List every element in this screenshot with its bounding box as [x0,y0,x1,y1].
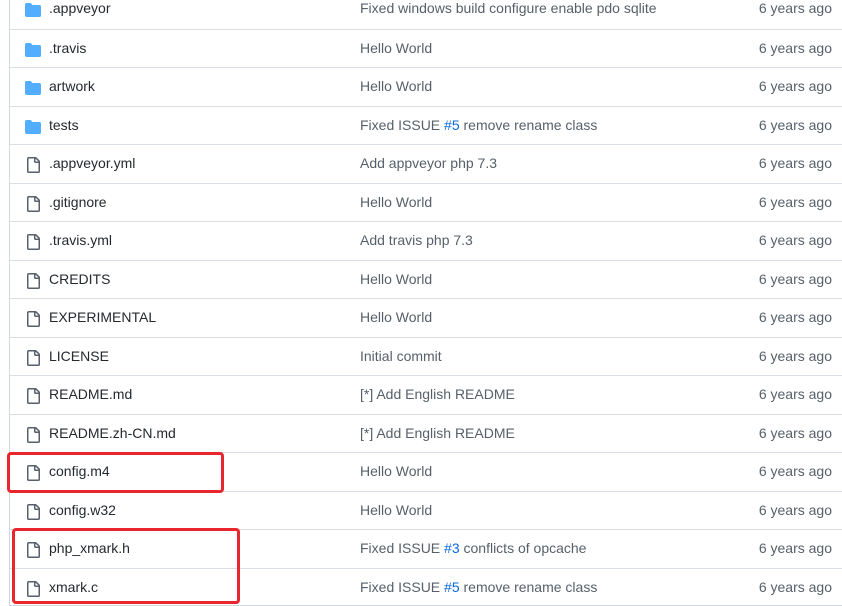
commit-message[interactable]: Hello World [360,40,432,56]
file-icon [27,234,40,250]
file-name[interactable]: php_xmark.h [49,540,130,556]
file-row[interactable]: .travis Hello World 6 years ago [10,28,842,68]
issue-link[interactable]: #3 [444,540,460,556]
commit-age: 6 years ago [758,463,832,479]
commit-age: 6 years ago [758,270,832,287]
commit-message[interactable]: Hello World [360,271,432,287]
file-icon [27,349,40,366]
file-name[interactable]: artwork [49,78,95,94]
file-name[interactable]: tests [49,117,79,133]
commit-age: 6 years ago [758,424,832,441]
file-icon [27,157,40,173]
file-row[interactable]: EXPERIMENTAL Hello World 6 years ago [10,298,842,337]
file-row[interactable]: config.m4 Hello World 6 years ago [10,452,842,491]
file-name[interactable]: .travis.yml [49,232,112,248]
file-icon [27,542,40,558]
file-name[interactable]: config.w32 [49,502,116,518]
commit-message[interactable]: Fixed windows build configure enable pdo… [360,0,657,16]
file-name[interactable]: EXPERIMENTAL [49,309,156,325]
commit-message[interactable]: Initial commit [360,348,442,364]
commit-message[interactable]: Fixed ISSUE #5 remove rename class [360,579,597,595]
message-text: Fixed ISSUE [360,116,445,133]
commit-message[interactable]: [*] Add English README [360,425,515,441]
message-text: conflicts of opcache [459,540,587,556]
commit-age: 6 years ago [758,193,832,210]
file-row[interactable]: config.w32 Hello World 6 years ago [10,490,842,530]
file-icon [27,195,40,212]
file-row[interactable]: .gitignore Hello World 6 years ago [10,182,842,222]
file-table: .appveyor Fixed windows build configure … [9,0,842,606]
commit-age: 6 years ago [758,78,832,94]
file-name[interactable]: .appveyor [49,0,110,16]
commit-age: 6 years ago [758,386,832,402]
file-row[interactable]: artwork Hello World 6 years ago [10,67,842,106]
folder-icon [25,3,41,17]
commit-age: 6 years ago [758,39,832,56]
file-name[interactable]: .appveyor.yml [49,155,135,171]
commit-message[interactable]: Hello World [360,463,432,479]
commit-age: 6 years ago [758,309,832,325]
file-name[interactable]: CREDITS [49,271,110,287]
message-text: remove rename class [459,578,598,595]
file-row[interactable]: LICENSE Initial commit 6 years ago [10,336,842,376]
file-name[interactable]: config.m4 [49,463,110,479]
file-name[interactable]: .gitignore [49,194,107,210]
file-row[interactable]: tests Fixed ISSUE #5 remove rename class… [10,105,842,145]
file-icon [27,465,40,481]
commit-message[interactable]: [*] Add English README [360,386,515,402]
message-text: remove rename class [459,116,598,133]
commit-age: 6 years ago [758,116,832,133]
file-icon [27,426,40,443]
commit-age: 6 years ago [758,0,832,16]
commit-message[interactable]: Hello World [360,194,432,210]
file-row[interactable]: README.md [*] Add English README 6 years… [10,375,842,414]
file-row[interactable]: .appveyor Fixed windows build configure … [10,0,842,29]
folder-icon [25,119,41,134]
commit-message[interactable]: Fixed ISSUE #5 remove rename class [360,117,597,133]
file-row[interactable]: php_xmark.h Fixed ISSUE #3 conflicts of … [10,529,842,568]
commit-message[interactable]: Hello World [360,309,432,325]
file-name[interactable]: README.md [49,386,132,402]
commit-message[interactable]: Hello World [360,78,432,94]
commit-age: 6 years ago [758,501,832,518]
commit-age: 6 years ago [758,540,832,556]
message-text: Fixed ISSUE [360,540,445,556]
folder-icon [25,81,41,95]
commit-message[interactable]: Hello World [360,502,432,518]
file-name[interactable]: xmark.c [49,579,98,595]
commit-age: 6 years ago [758,232,832,248]
file-row[interactable]: xmark.c Fixed ISSUE #5 remove rename cla… [10,567,842,606]
commit-age: 6 years ago [758,155,832,171]
file-row[interactable]: CREDITS Hello World 6 years ago [10,259,842,299]
commit-age: 6 years ago [758,347,832,364]
file-icon [27,580,40,597]
commit-message[interactable]: Add appveyor php 7.3 [360,155,497,171]
commit-age: 6 years ago [758,578,832,595]
file-name[interactable]: .travis [49,40,86,56]
file-icon [27,388,40,404]
file-icon [27,503,40,520]
commit-message[interactable]: Fixed ISSUE #3 conflicts of opcache [360,540,586,556]
file-row[interactable]: README.zh-CN.md [*] Add English README 6… [10,413,842,453]
folder-icon [25,42,41,57]
file-name[interactable]: LICENSE [49,348,109,364]
file-row[interactable]: .travis.yml Add travis php 7.3 6 years a… [10,221,842,260]
file-name[interactable]: README.zh-CN.md [49,425,176,441]
commit-message[interactable]: Add travis php 7.3 [360,232,473,248]
file-icon [27,311,40,327]
file-icon [27,272,40,289]
issue-link[interactable]: #5 [444,117,460,133]
message-text: Fixed ISSUE [360,578,445,595]
file-row[interactable]: .appveyor.yml Add appveyor php 7.3 6 yea… [10,144,842,183]
issue-link[interactable]: #5 [444,579,460,595]
